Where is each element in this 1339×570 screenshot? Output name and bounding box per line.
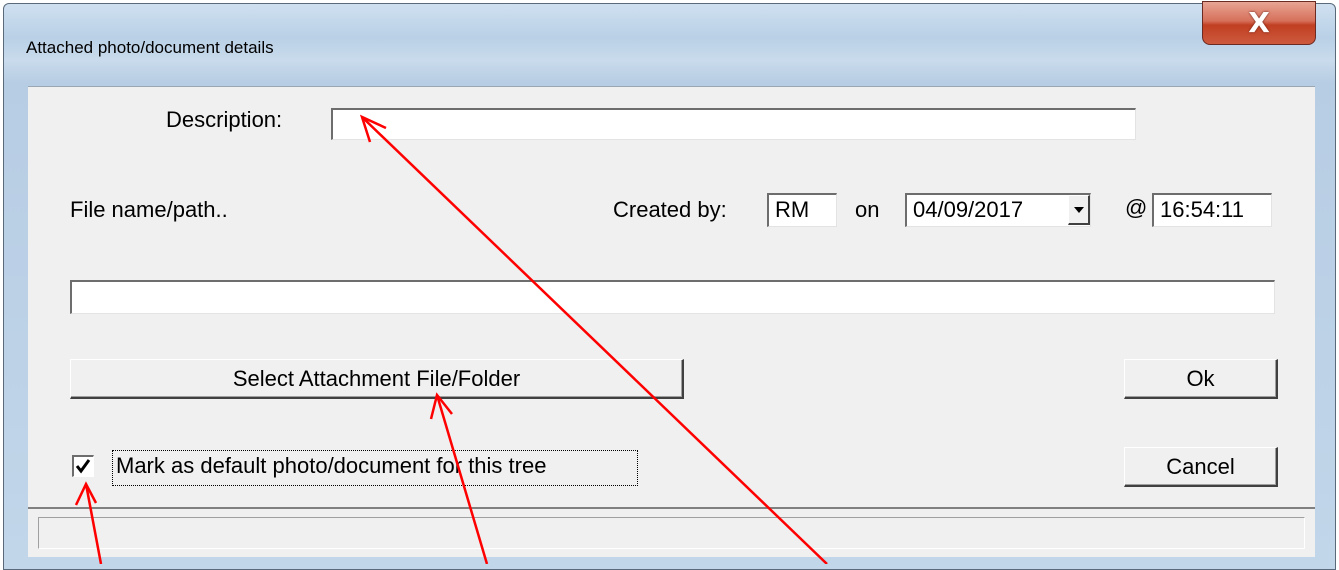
checkmark-icon bbox=[75, 459, 91, 474]
created-by-field[interactable]: RM bbox=[767, 193, 837, 227]
dialog-client-area: Description: File name/path.. Created by… bbox=[28, 86, 1315, 557]
date-value: 04/09/2017 bbox=[913, 197, 1024, 222]
created-by-label: Created by: bbox=[613, 197, 727, 222]
select-attachment-button[interactable]: Select Attachment File/Folder bbox=[70, 359, 684, 399]
at-label: @ bbox=[1125, 195, 1148, 220]
file-path-input[interactable] bbox=[70, 280, 1275, 314]
close-icon: X bbox=[1248, 6, 1270, 39]
default-checkbox-label[interactable]: Mark as default photo/document for this … bbox=[116, 453, 546, 479]
status-panel bbox=[38, 517, 1305, 549]
close-button[interactable]: X bbox=[1202, 1, 1316, 45]
dialog-window: Attached photo/document details X Descri… bbox=[3, 1, 1336, 570]
default-checkbox[interactable] bbox=[72, 455, 94, 477]
time-field[interactable]: 16:54:11 bbox=[1152, 193, 1272, 227]
description-input[interactable] bbox=[331, 108, 1136, 140]
date-dropdown-button[interactable] bbox=[1068, 195, 1090, 225]
status-bar bbox=[28, 507, 1315, 557]
file-name-label: File name/path.. bbox=[70, 197, 228, 222]
window-title: Attached photo/document details bbox=[26, 38, 274, 57]
ok-button[interactable]: Ok bbox=[1124, 359, 1278, 399]
on-label: on bbox=[855, 197, 880, 222]
cancel-button[interactable]: Cancel bbox=[1124, 447, 1278, 487]
chevron-down-icon bbox=[1073, 206, 1084, 213]
description-label: Description: bbox=[166, 107, 283, 132]
title-bar: Attached photo/document details X bbox=[4, 1, 1335, 86]
date-picker[interactable]: 04/09/2017 bbox=[905, 193, 1091, 227]
